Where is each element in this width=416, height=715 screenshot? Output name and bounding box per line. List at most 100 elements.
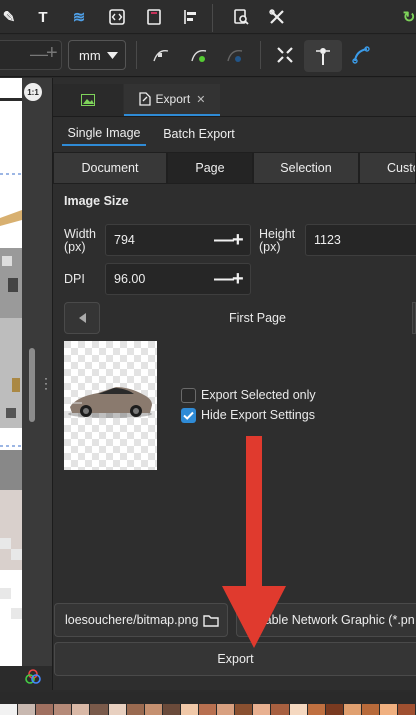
palette-swatch[interactable] bbox=[126, 704, 145, 715]
area-page-label: Page bbox=[195, 161, 225, 175]
toolbar-divider bbox=[136, 41, 137, 69]
value-spinbox[interactable]: — + bbox=[0, 40, 62, 70]
export-button-label: Export bbox=[217, 652, 254, 666]
close-tab-icon[interactable]: ✕ bbox=[196, 93, 205, 106]
hide-export-settings-checkbox[interactable] bbox=[181, 408, 196, 423]
subtab-single-image-label: Single Image bbox=[67, 126, 141, 140]
palette-swatch[interactable] bbox=[180, 704, 200, 715]
palette-swatch[interactable] bbox=[54, 704, 73, 715]
dpi-increment-icon[interactable]: + bbox=[232, 269, 244, 289]
width-increment-icon[interactable]: + bbox=[232, 230, 244, 250]
fit-selection-icon[interactable] bbox=[272, 42, 298, 68]
width-value: 794 bbox=[114, 233, 135, 247]
height-field[interactable]: 1123 bbox=[305, 224, 416, 256]
canvas-scroll-gutter: 1:1 · · · bbox=[22, 78, 52, 684]
zoom-1to1-badge[interactable]: 1:1 bbox=[24, 83, 42, 101]
width-field[interactable]: 794 — + bbox=[105, 224, 251, 256]
palette-swatch[interactable] bbox=[271, 704, 290, 715]
chevron-left-icon bbox=[78, 313, 86, 323]
tab-export-label: Export bbox=[155, 92, 191, 106]
tool-controls-bar: — + mm bbox=[0, 35, 416, 77]
palette-swatch[interactable] bbox=[235, 704, 254, 715]
palette-swatch[interactable] bbox=[144, 704, 163, 715]
node-symmetric-icon[interactable] bbox=[222, 42, 248, 68]
export-selected-only-checkbox[interactable] bbox=[181, 388, 196, 403]
export-file-icon bbox=[138, 92, 151, 106]
filename-field[interactable]: loesouchere/bitmap.png bbox=[54, 603, 228, 637]
width-decrement-icon[interactable]: — bbox=[214, 230, 234, 250]
xml-editor-icon[interactable] bbox=[104, 4, 130, 30]
color-mode-icon[interactable] bbox=[24, 668, 42, 686]
tab-image-properties[interactable] bbox=[53, 84, 123, 116]
find-replace-icon[interactable] bbox=[228, 4, 254, 30]
align-icon[interactable] bbox=[178, 4, 204, 30]
height-value: 1123 bbox=[314, 233, 341, 247]
palette-swatch[interactable] bbox=[289, 704, 308, 715]
height-label: Height (px) bbox=[259, 227, 296, 254]
export-button[interactable]: Export bbox=[54, 642, 416, 676]
area-custom-button[interactable]: Custo bbox=[359, 152, 416, 184]
node-smooth-icon[interactable] bbox=[186, 42, 212, 68]
increment-icon[interactable]: + bbox=[46, 42, 58, 65]
area-document-label: Document bbox=[81, 161, 139, 175]
node-tool-button[interactable] bbox=[304, 40, 342, 72]
area-document-button[interactable]: Document bbox=[53, 152, 167, 184]
unit-dropdown[interactable]: mm bbox=[68, 40, 126, 70]
node-cusp-icon[interactable] bbox=[148, 42, 174, 68]
folder-open-icon[interactable] bbox=[203, 614, 219, 627]
palette-swatch[interactable] bbox=[325, 704, 344, 715]
palette-swatch[interactable] bbox=[18, 704, 37, 715]
palette-swatch[interactable] bbox=[379, 704, 399, 715]
sync-icon[interactable]: ↻ bbox=[396, 4, 416, 30]
area-page-button[interactable]: Page bbox=[167, 152, 253, 184]
top-toolbar: ✎ T ≋ ↻ bbox=[0, 0, 416, 34]
file-format-dropdown[interactable]: rtable Network Graphic (*.pn bbox=[236, 603, 416, 637]
palette-bar bbox=[0, 692, 416, 704]
palette-swatch[interactable] bbox=[90, 704, 109, 715]
subtab-batch-export-label: Batch Export bbox=[163, 127, 235, 141]
toolbar-divider bbox=[212, 4, 213, 32]
palette-swatch[interactable] bbox=[108, 704, 127, 715]
unit-value: mm bbox=[79, 47, 101, 63]
palette-swatch[interactable] bbox=[398, 704, 416, 715]
checkmark-icon bbox=[183, 411, 194, 420]
tab-divider bbox=[53, 116, 416, 117]
palette-swatch[interactable] bbox=[253, 704, 272, 715]
preferences-icon[interactable] bbox=[264, 4, 290, 30]
filename-value: loesouchere/bitmap.png bbox=[65, 613, 199, 627]
palette-swatch[interactable] bbox=[199, 704, 218, 715]
pen-tool-icon[interactable]: ✎ bbox=[0, 4, 22, 30]
subtab-single-image[interactable]: Single Image bbox=[62, 122, 146, 146]
dpi-decrement-icon[interactable]: — bbox=[214, 269, 234, 289]
text-tool-icon[interactable]: T bbox=[30, 4, 56, 30]
page-nav-label: First Page bbox=[229, 311, 286, 325]
palette-swatch[interactable] bbox=[217, 704, 236, 715]
palette-swatch[interactable] bbox=[0, 704, 19, 715]
palette-swatch[interactable] bbox=[343, 704, 362, 715]
color-palette[interactable] bbox=[0, 704, 416, 715]
dock-handle-icon[interactable]: · · · bbox=[44, 372, 48, 394]
export-selected-only-label: Export Selected only bbox=[201, 388, 316, 402]
palette-swatch[interactable] bbox=[36, 704, 55, 715]
palette-swatch[interactable] bbox=[307, 704, 326, 715]
canvas-area[interactable] bbox=[0, 78, 22, 666]
bezier-handle-icon[interactable] bbox=[348, 42, 374, 68]
toolbar-divider bbox=[260, 41, 261, 69]
palette-swatch[interactable] bbox=[72, 704, 91, 715]
area-selection-button[interactable]: Selection bbox=[253, 152, 359, 184]
vertical-scrollbar[interactable] bbox=[29, 348, 35, 422]
palette-swatch[interactable] bbox=[162, 704, 181, 715]
dpi-value: 96.00 bbox=[114, 272, 146, 286]
dpi-label: DPI bbox=[64, 272, 85, 286]
dpi-field[interactable]: 96.00 — + bbox=[105, 263, 251, 295]
export-preview bbox=[64, 341, 157, 470]
next-page-button[interactable] bbox=[412, 302, 416, 334]
object-properties-icon[interactable] bbox=[141, 4, 167, 30]
layers-icon[interactable]: ≋ bbox=[66, 4, 92, 30]
previous-page-button[interactable] bbox=[64, 302, 100, 334]
palette-swatch[interactable] bbox=[361, 704, 380, 715]
subtab-batch-export[interactable]: Batch Export bbox=[154, 122, 244, 146]
tab-export[interactable]: Export ✕ bbox=[124, 84, 220, 116]
width-label: Width (px) bbox=[64, 227, 96, 254]
image-size-heading: Image Size bbox=[64, 194, 129, 208]
